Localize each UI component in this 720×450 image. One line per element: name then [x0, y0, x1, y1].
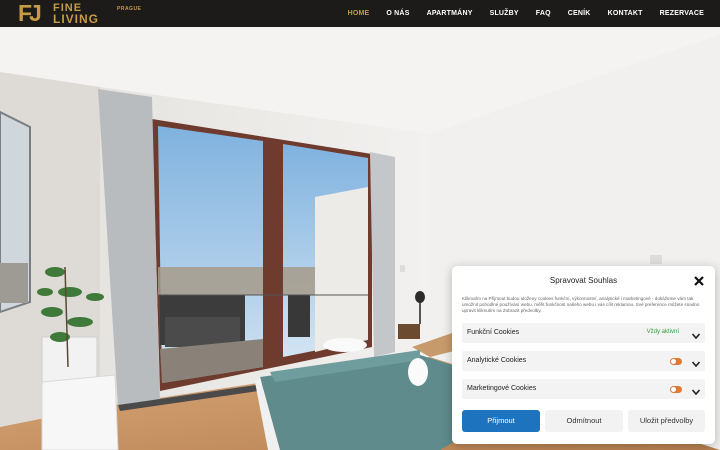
chevron-down-icon[interactable]: [691, 356, 701, 368]
cookie-category-label: Funkční Cookies: [467, 329, 520, 336]
cookie-category-label: Analytické Cookies: [467, 357, 527, 364]
chevron-down-icon[interactable]: [691, 384, 701, 396]
save-preferences-button[interactable]: Uložit předvolby: [628, 410, 705, 432]
cookie-title: Spravovat Souhlas: [549, 276, 618, 285]
site-logo[interactable]: FJ FINE LIVING PRAGUE: [18, 0, 142, 26]
accept-button[interactable]: Přijmout: [462, 410, 540, 432]
marketing-toggle[interactable]: [670, 386, 682, 393]
nav-apartmany[interactable]: APARTMÁNY: [427, 10, 473, 17]
nav-kontakt[interactable]: KONTAKT: [608, 10, 643, 17]
nav-faq[interactable]: FAQ: [536, 10, 551, 17]
cookie-category-marketing[interactable]: Marketingové Cookies: [462, 379, 705, 399]
always-active-status: Vždy aktivní: [646, 329, 679, 335]
nav-home[interactable]: HOME: [348, 10, 370, 17]
nav-cenik[interactable]: CENÍK: [568, 10, 591, 17]
logo-initials: FJ: [18, 0, 42, 26]
cookie-consent-dialog: Spravovat Souhlas Kliknutím na Přijmout …: [452, 266, 715, 444]
chevron-down-icon[interactable]: [691, 328, 701, 340]
main-nav: HOME O NÁS APARTMÁNY SLUŽBY FAQ CENÍK KO…: [331, 0, 704, 27]
logo-line-living: LIVING: [53, 12, 100, 26]
cookie-category-label: Marketingové Cookies: [467, 385, 537, 392]
nav-sluzby[interactable]: SLUŽBY: [490, 10, 519, 17]
nav-rezervace[interactable]: REZERVACE: [660, 10, 704, 17]
deny-button[interactable]: Odmítnout: [545, 410, 623, 432]
close-icon[interactable]: [693, 274, 705, 286]
cookie-category-analytics[interactable]: Analytické Cookies: [462, 351, 705, 371]
site-header: FJ FINE LIVING PRAGUE HOME O NÁS APARTMÁ…: [0, 0, 720, 27]
analytics-toggle[interactable]: [670, 358, 682, 365]
cookie-description: Kliknutím na Přijmout budou uloženy cook…: [462, 296, 700, 313]
nav-o-nas[interactable]: O NÁS: [386, 10, 409, 17]
logo-city: PRAGUE: [117, 6, 142, 12]
cookie-category-functional[interactable]: Funkční Cookies Vždy aktivní: [462, 323, 705, 343]
